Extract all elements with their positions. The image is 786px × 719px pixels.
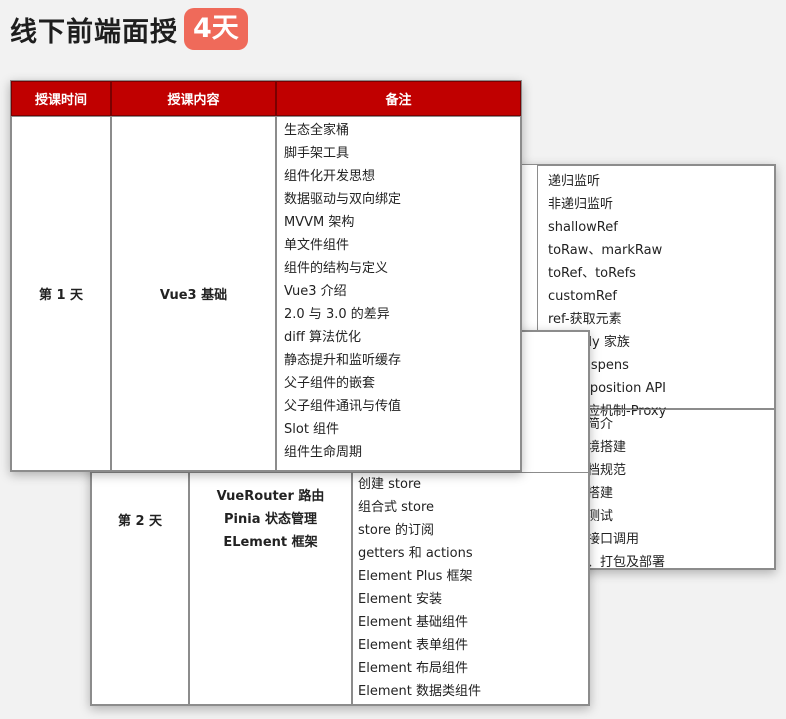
note-item: Element 表单组件 [358, 638, 468, 653]
day2-notes-list: 创建 store 组合式 store store 的订阅 getters 和 acti… [358, 473, 481, 703]
note-item: Element 数据类组件 [358, 684, 481, 699]
note-item: Element 安装 [358, 592, 442, 607]
note-item: 递归监听 [548, 174, 601, 189]
day1-content: Vue3 基础 [111, 116, 276, 471]
header-notes: 备注 [276, 81, 521, 116]
note-item: 2.0 与 3.0 的差异 [284, 307, 390, 322]
page-title: 线下前端面授 [10, 16, 178, 48]
note-item: toRaw、markRaw [548, 243, 663, 258]
note-item: ref-获取元素 [548, 312, 622, 327]
card-day1: 授课时间 授课内容 备注 第 1 天 Vue3 基础 生态全家桶脚手架工具组件化… [10, 80, 522, 472]
note-item: diff 算法优化 [284, 330, 361, 345]
header-content: 授课内容 [111, 81, 276, 116]
note-item: 父子组件的嵌套 [284, 376, 376, 391]
note-item: Element 基础组件 [358, 615, 468, 630]
page-heading: 线下前端面授 4天 [10, 8, 248, 50]
note-item: 脚手架工具 [284, 146, 350, 161]
note-item: 创建 store [358, 477, 422, 492]
note-item: MVVM 架构 [284, 215, 355, 230]
day2-content-line-2: Pinia 状态管理 [224, 512, 317, 527]
day1-notes-list: 生态全家桶脚手架工具组件化开发思想数据驱动与双向绑定 MVVM 架构 单文件组件组件… [284, 119, 520, 464]
note-item: 生态全家桶 [284, 123, 350, 138]
note-item: 静态提升和监听缓存 [284, 353, 402, 368]
note-item: shallowRef [548, 220, 618, 235]
day2-row-divider [91, 472, 589, 473]
day1-label: 第 1 天 [11, 116, 111, 471]
day2-content-line-3: ELement 框架 [223, 535, 318, 550]
note-item: Element 布局组件 [358, 661, 468, 676]
note-item: 组件的结构与定义 [284, 261, 389, 276]
note-item: store 的订阅 [358, 523, 435, 538]
note-item: getters 和 actions [358, 546, 473, 561]
note-item: 组合式 store [358, 500, 435, 515]
note-item: toRef、toRefs [548, 266, 636, 281]
note-item: Vue3 介绍 [284, 284, 347, 299]
day1-notes-cell: 生态全家桶脚手架工具组件化开发思想数据驱动与双向绑定 MVVM 架构 单文件组件组件… [276, 116, 521, 471]
note-item: 非递归监听 [548, 197, 614, 212]
day2-content-line-1: VueRouter 路由 [216, 489, 325, 504]
day2-content: VueRouter 路由 Pinia 状态管理 ELement 框架 [189, 485, 352, 554]
note-item: 父子组件通讯与传值 [284, 399, 402, 414]
note-item: customRef [548, 289, 617, 304]
note-item: 单文件组件 [284, 238, 350, 253]
note-item: 数据驱动与双向绑定 [284, 192, 402, 207]
days-badge: 4天 [184, 8, 248, 50]
day2-label: 第 2 天 [117, 513, 163, 529]
header-time: 授课时间 [11, 81, 111, 116]
note-item: 组件生命周期 [284, 445, 363, 460]
note-item: Element Plus 框架 [358, 569, 473, 584]
note-item: Slot 组件 [284, 422, 340, 437]
note-item: 组件化开发思想 [284, 169, 376, 184]
